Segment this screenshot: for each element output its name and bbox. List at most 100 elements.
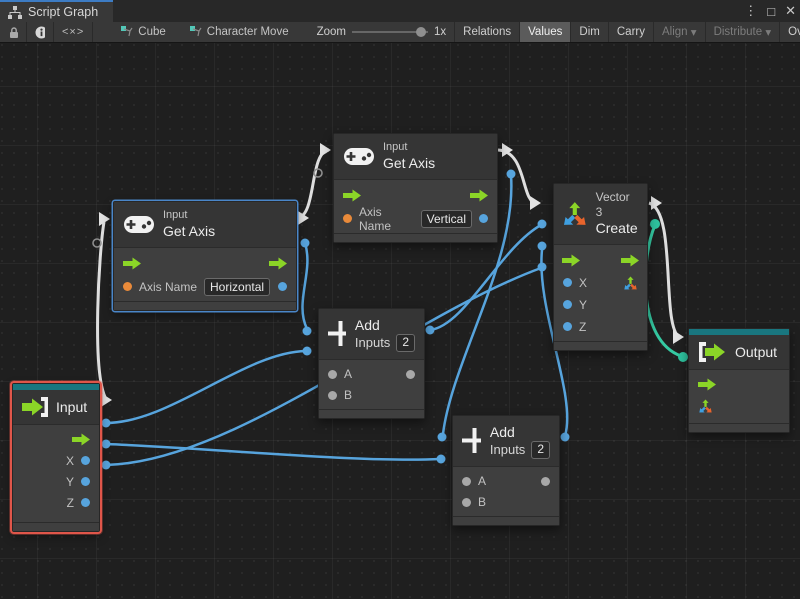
port-a-label: A	[344, 367, 352, 381]
wire-horizontal-value-to-add1-a	[302, 243, 307, 329]
port-b-in[interactable]	[328, 391, 337, 400]
toolbar-button-overview[interactable]: Overv	[780, 22, 800, 43]
node-input[interactable]: Input X Y Z	[12, 383, 100, 532]
graph-canvas[interactable]: Input Get Axis Axis Name Vertical Input	[0, 43, 800, 599]
node-title: Get Axis	[163, 223, 215, 241]
node-footer	[114, 301, 296, 310]
flow-in-port[interactable]	[343, 189, 361, 202]
port-a-in[interactable]	[462, 477, 471, 486]
value-out-port[interactable]	[278, 282, 287, 291]
node-footer	[319, 409, 424, 418]
node-output[interactable]: Output	[688, 328, 790, 433]
flow-out-port[interactable]	[269, 257, 287, 270]
axis-name-field[interactable]: Horizontal	[204, 278, 270, 296]
port-y-label: Y	[579, 298, 587, 312]
inputs-label: Inputs	[355, 335, 390, 352]
port-z-label: Z	[579, 320, 586, 334]
tab-script-graph[interactable]: Script Graph	[0, 0, 113, 22]
flow-in-port[interactable]	[562, 254, 580, 267]
breadcrumb-cube[interactable]: Cube	[121, 26, 166, 38]
node-title: Input	[56, 399, 87, 415]
inputs-count-field[interactable]: 2	[531, 441, 550, 459]
port-b-label: B	[344, 388, 352, 402]
toolbar-button-align[interactable]: Align ▾	[654, 22, 705, 43]
axis-name-field[interactable]: Vertical	[421, 210, 472, 228]
window-tab-bar: Script Graph ⋮ □ ✕	[0, 0, 800, 22]
axis-name-port[interactable]	[343, 214, 352, 223]
vector3-icon	[562, 201, 588, 226]
port-b-in[interactable]	[462, 498, 471, 507]
inputs-count-field[interactable]: 2	[396, 334, 415, 352]
axis-name-port[interactable]	[123, 282, 132, 291]
zoom-slider[interactable]	[352, 26, 428, 38]
zoom-slider-knob[interactable]	[416, 27, 426, 37]
node-title: Get Axis	[383, 155, 435, 173]
port-y-label: Y	[66, 475, 74, 489]
port-y-in[interactable]	[563, 300, 572, 309]
sum-out-port[interactable]	[541, 477, 550, 486]
port-x-in[interactable]	[563, 278, 572, 287]
wire-getaxis-vertical-to-vector3	[498, 150, 536, 203]
toolbar-button-dim[interactable]: Dim	[571, 22, 607, 43]
node-category: Input	[163, 209, 215, 223]
port-z-out[interactable]	[81, 498, 90, 507]
plus-icon	[328, 321, 346, 346]
port-x-out[interactable]	[81, 456, 90, 465]
output-icon	[698, 341, 726, 363]
code-view-button[interactable]: <×>	[54, 22, 92, 43]
toolbar-button-distribute[interactable]: Distribute ▾	[706, 22, 780, 43]
gamepad-icon	[124, 216, 154, 233]
lock-icon	[8, 26, 18, 39]
wire-vector3-result-to-output	[645, 225, 681, 356]
flow-out-port[interactable]	[72, 433, 90, 446]
gamepad-icon	[344, 148, 374, 165]
flow-in-port[interactable]	[698, 378, 716, 391]
code-icon: <×>	[62, 26, 84, 38]
wire-getaxis-horizontal-to-getaxis-vertical	[297, 150, 329, 218]
axis-name-label: Axis Name	[359, 205, 414, 233]
sum-out-port[interactable]	[406, 370, 415, 379]
plus-icon	[462, 428, 481, 453]
port-x-label: X	[579, 276, 587, 290]
info-button[interactable]	[27, 22, 53, 43]
node-add-1[interactable]: Add Inputs 2 A B	[318, 308, 425, 419]
window-menu-icon[interactable]: ⋮	[744, 3, 757, 19]
flow-in-port[interactable]	[123, 257, 141, 270]
node-footer	[689, 423, 789, 432]
tab-title: Script Graph	[28, 5, 98, 19]
flow-out-port[interactable]	[621, 254, 639, 267]
close-icon[interactable]: ✕	[785, 3, 796, 19]
toolbar-button-values[interactable]: Values	[520, 22, 570, 43]
node-title: Add	[355, 316, 415, 334]
inputs-label: Inputs	[490, 442, 525, 459]
node-category: Vector 3	[596, 190, 639, 220]
wire-input-y-to-add2-b	[106, 444, 440, 460]
lock-button[interactable]	[0, 22, 26, 43]
node-add-2[interactable]: Add Inputs 2 A B	[452, 415, 560, 526]
vector-wire-caps	[650, 219, 688, 362]
node-category: Input	[383, 141, 435, 155]
node-get-axis-vertical[interactable]: Input Get Axis Axis Name Vertical	[333, 133, 498, 243]
chevron-down-icon: ▾	[691, 25, 697, 39]
value-out-port[interactable]	[479, 214, 488, 223]
port-y-out[interactable]	[81, 477, 90, 486]
maximize-icon[interactable]: □	[767, 4, 775, 19]
info-icon	[35, 26, 45, 39]
wire-input-to-getaxis-horizontal	[98, 222, 105, 397]
node-vector3-create[interactable]: Vector 3 Create X Y Z	[553, 183, 648, 351]
node-get-axis-horizontal[interactable]: Input Get Axis Axis Name Horizontal	[113, 201, 297, 311]
node-title: Output	[735, 344, 777, 360]
graph-toolbar: <×> Cube Character Move Zoom 1x Relation…	[0, 22, 800, 43]
toolbar-button-carry[interactable]: Carry	[609, 22, 653, 43]
breadcrumb-character-move[interactable]: Character Move	[190, 26, 289, 38]
node-footer	[453, 516, 559, 525]
port-z-in[interactable]	[563, 322, 572, 331]
flow-out-port[interactable]	[470, 189, 488, 202]
port-a-in[interactable]	[328, 370, 337, 379]
vector3-in-port[interactable]	[698, 399, 713, 413]
node-footer	[554, 341, 647, 350]
axis-name-label: Axis Name	[139, 280, 197, 294]
toolbar-button-relations[interactable]: Relations	[455, 22, 519, 43]
vector3-out-port[interactable]	[623, 276, 638, 290]
port-a-label: A	[478, 474, 486, 488]
